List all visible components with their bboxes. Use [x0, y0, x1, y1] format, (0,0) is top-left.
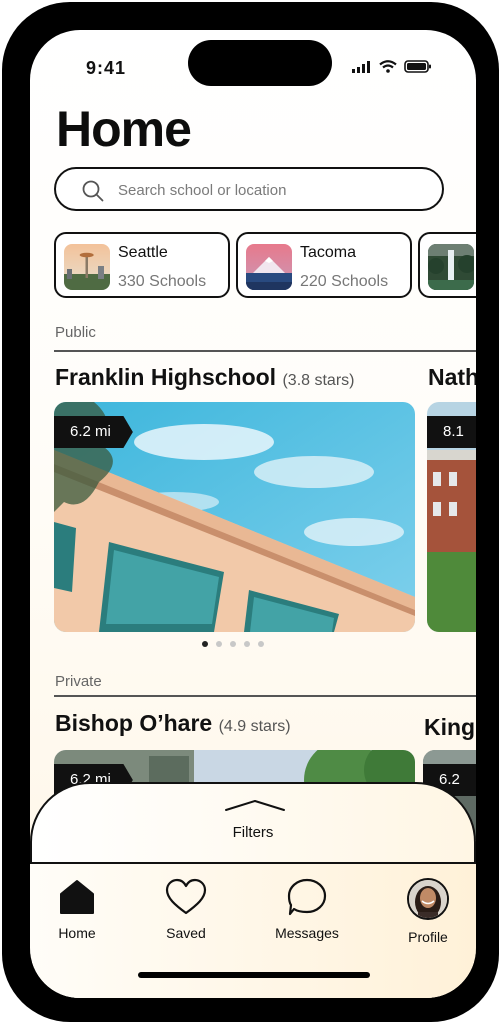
home-indicator — [138, 972, 370, 978]
school-card-franklin[interactable]: 6.2 mi — [54, 402, 415, 632]
screen: 9:41 Home Search school or location Seat… — [30, 30, 476, 998]
city-name: Seattle — [118, 244, 168, 261]
tab-label: Profile — [408, 929, 448, 945]
heart-icon — [165, 878, 207, 915]
filters-label[interactable]: Filters — [32, 824, 474, 841]
distance-badge: 8.1 mi — [427, 416, 476, 448]
city-chip-tacoma[interactable]: Tacoma 220 Schools — [236, 232, 412, 298]
carousel-dot[interactable] — [244, 641, 250, 647]
section-label-private: Private — [55, 673, 102, 690]
chat-bubble-icon — [287, 878, 327, 916]
city-chip-partial[interactable] — [418, 232, 476, 298]
signal-icon — [352, 60, 370, 73]
tacoma-thumbnail — [246, 244, 292, 290]
school-rating: (4.9 stars) — [218, 718, 291, 735]
page-title: Home — [56, 101, 192, 157]
carousel-dot[interactable] — [258, 641, 264, 647]
phone-frame: 9:41 Home Search school or location Seat… — [2, 2, 499, 1022]
battery-icon — [404, 60, 431, 73]
seattle-thumbnail — [64, 244, 110, 290]
chevron-up-icon[interactable] — [224, 798, 286, 812]
school-rating: (3.8 stars) — [282, 372, 355, 389]
tab-label: Home — [58, 925, 96, 941]
school-title-partial[interactable]: King — [424, 714, 475, 741]
carousel-dots — [202, 641, 264, 647]
city-chips: Seattle 330 Schools Tacoma 220 Schools — [54, 232, 476, 300]
carousel-dot[interactable] — [216, 641, 222, 647]
status-time: 9:41 — [86, 58, 127, 78]
tab-profile[interactable]: Profile — [383, 878, 473, 945]
school-name: Bishop O’hare — [55, 710, 213, 736]
city-chip-seattle[interactable]: Seattle 330 Schools — [54, 232, 230, 298]
home-icon — [60, 880, 94, 914]
search-placeholder: Search school or location — [118, 182, 287, 199]
tab-home[interactable]: Home — [32, 878, 122, 941]
city-school-count: 330 Schools — [118, 273, 207, 290]
section-label-public: Public — [55, 324, 96, 341]
tab-messages[interactable]: Messages — [262, 878, 352, 941]
school-name: Franklin Highschool — [55, 364, 277, 390]
avatar — [407, 878, 449, 920]
carousel-dot[interactable] — [230, 641, 236, 647]
search-icon — [82, 180, 104, 202]
dynamic-island — [188, 40, 332, 86]
tab-label: Messages — [275, 925, 339, 941]
status-icons — [352, 60, 432, 73]
search-input[interactable]: Search school or location — [54, 167, 444, 211]
section-divider — [54, 695, 476, 697]
city-school-count: 220 Schools — [300, 273, 389, 290]
wifi-icon — [379, 60, 397, 73]
tab-saved[interactable]: Saved — [141, 878, 231, 941]
school-title[interactable]: Bishop O’hare (4.9 stars) — [55, 710, 291, 737]
city-name: Tacoma — [300, 244, 357, 261]
distance-badge: 6.2 mi — [54, 416, 133, 448]
section-divider — [54, 350, 476, 352]
carousel-dot[interactable] — [202, 641, 208, 647]
school-title[interactable]: Franklin Highschool (3.8 stars) — [55, 364, 354, 391]
school-card-partial[interactable]: 8.1 mi — [427, 402, 476, 632]
tab-label: Saved — [166, 925, 206, 941]
school-title-partial[interactable]: Nath — [428, 364, 476, 391]
status-bar: 9:41 — [30, 30, 476, 100]
waterfall-thumbnail — [428, 244, 474, 290]
